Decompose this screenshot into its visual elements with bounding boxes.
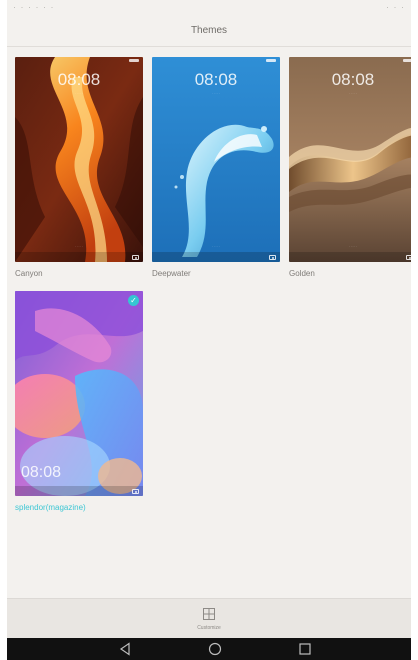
page-title: Themes: [190, 25, 228, 36]
theme-item-deepwater[interactable]: 08:08 · · · · · · · · · · Deepwater: [152, 57, 280, 278]
recents-square-icon[interactable]: [298, 642, 312, 656]
grid-icon: [203, 608, 215, 620]
status-right: · · ·: [386, 2, 405, 12]
camera-icon: [132, 489, 139, 494]
theme-name-splendor-magazine: splendor(magazine): [15, 503, 86, 512]
themes-screen: · · · · · · · · · Themes 08:08 · · · · ·…: [7, 0, 411, 660]
theme-item-canyon[interactable]: 08:08 · · · · · · · · · · Canyon: [15, 57, 143, 278]
lockscreen-unlock-hint: · · · · ·: [348, 244, 358, 248]
lockscreen-clock: 08:08: [57, 70, 101, 89]
back-triangle-icon[interactable]: [118, 642, 132, 656]
lockscreen-clock: 08:08: [331, 70, 375, 89]
camera-icon: [406, 255, 411, 260]
theme-item-splendor-magazine[interactable]: ✓ 08:08 splendor(magazine): [15, 291, 143, 512]
theme-item-golden[interactable]: 08:08 · · · · · · · · · · Golden: [289, 57, 411, 278]
customize-label: Customize: [197, 625, 221, 631]
thumbnail-status-indicator: [129, 59, 139, 62]
lockscreen-clock: 08:08: [21, 464, 62, 481]
theme-thumbnail-golden[interactable]: 08:08 · · · · · · · · · ·: [289, 57, 411, 262]
lockscreen-clock: 08:08: [194, 70, 238, 89]
camera-icon: [132, 255, 139, 260]
navigation-bar: [7, 638, 411, 660]
home-circle-icon[interactable]: [208, 642, 222, 656]
title-bar: Themes: [7, 16, 411, 47]
lockscreen-date-line: · · · · ·: [348, 91, 358, 95]
theme-thumbnail-deepwater[interactable]: 08:08 · · · · · · · · · ·: [152, 57, 280, 262]
bottom-action-bar: Customize: [7, 598, 411, 639]
theme-thumbnail-splendor-magazine[interactable]: ✓ 08:08: [15, 291, 143, 496]
lockscreen-dock: [289, 252, 411, 262]
lockscreen-date-line: · · · · ·: [74, 91, 84, 95]
lockscreen-dock: [15, 486, 143, 496]
theme-name-canyon: Canyon: [15, 269, 43, 278]
customize-button[interactable]: Customize: [184, 603, 234, 635]
theme-name-deepwater: Deepwater: [152, 269, 191, 278]
thumbnail-status-indicator: [266, 59, 276, 62]
lockscreen-unlock-hint: · · · · ·: [74, 244, 84, 248]
status-bar: · · · · · · · · ·: [7, 0, 411, 16]
lockscreen-dock: [15, 252, 143, 262]
theme-thumbnail-canyon[interactable]: 08:08 · · · · · · · · · ·: [15, 57, 143, 262]
lockscreen-date-line: · · · · ·: [211, 91, 221, 95]
status-left: · · · · · ·: [13, 2, 55, 12]
lockscreen-dock: [152, 252, 280, 262]
lockscreen-unlock-hint: · · · · ·: [211, 244, 221, 248]
selected-check-icon: ✓: [128, 295, 139, 306]
theme-name-golden: Golden: [289, 269, 315, 278]
camera-icon: [269, 255, 276, 260]
thumbnail-status-indicator: [403, 59, 411, 62]
